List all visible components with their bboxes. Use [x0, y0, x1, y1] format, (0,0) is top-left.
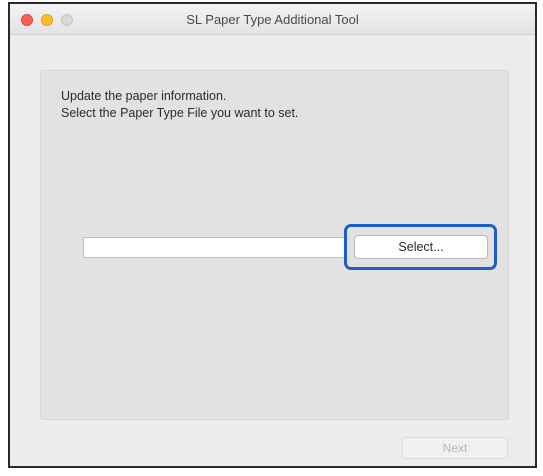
instruction-text-2: Select the Paper Type File you want to s…	[61, 106, 299, 120]
title-bar: SL Paper Type Additional Tool	[10, 4, 535, 35]
content-panel: Update the paper information. Select the…	[40, 70, 509, 420]
next-button[interactable]: Next	[402, 437, 508, 459]
select-file-button[interactable]: Select...	[354, 235, 488, 259]
window-title: SL Paper Type Additional Tool	[186, 12, 359, 27]
instruction-text-1: Update the paper information.	[61, 89, 227, 103]
file-path-field[interactable]	[83, 237, 345, 258]
app-window: SL Paper Type Additional Tool Update the…	[8, 2, 537, 468]
